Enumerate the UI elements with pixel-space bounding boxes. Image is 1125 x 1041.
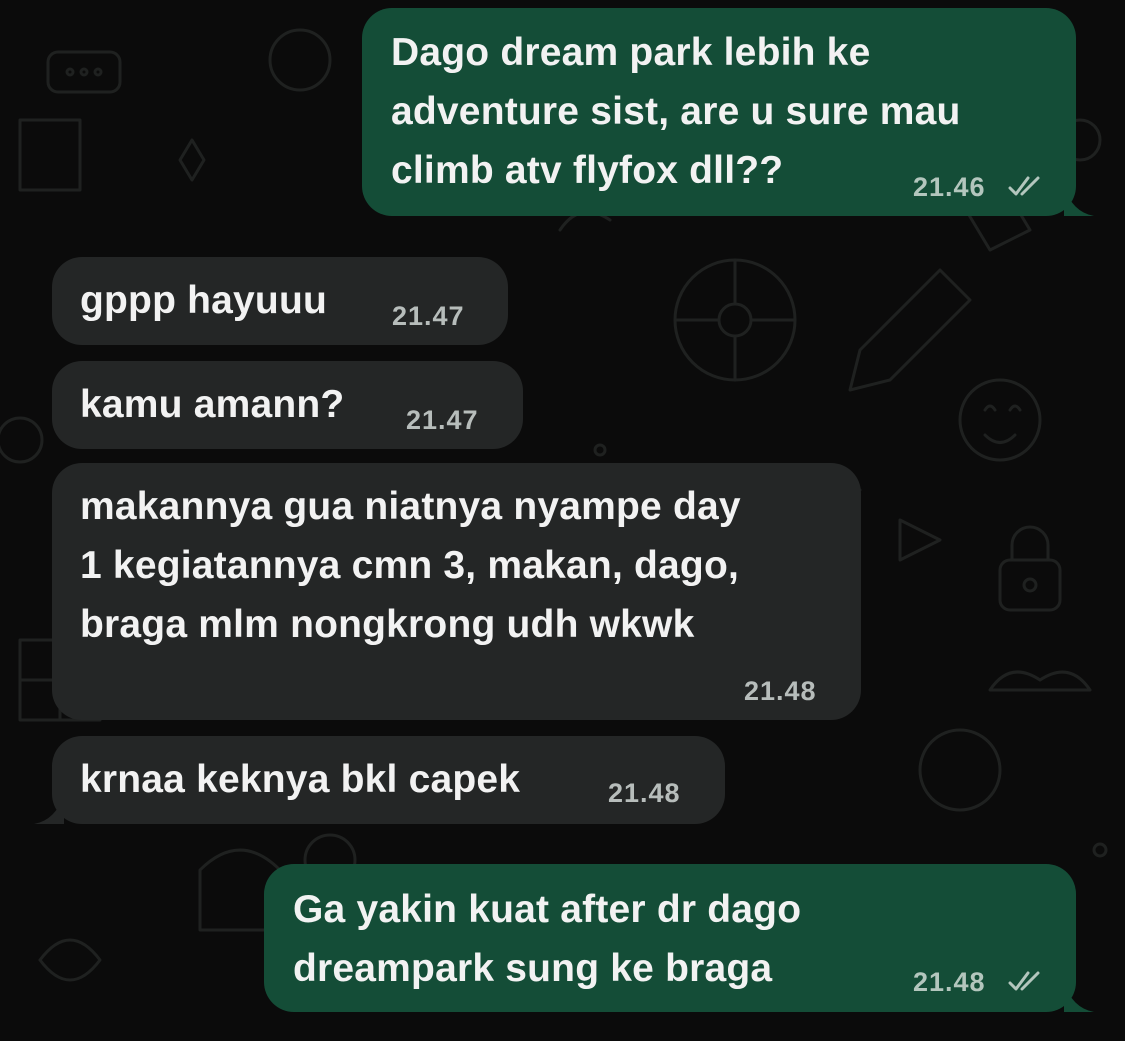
bubble-tail-outgoing xyxy=(1064,982,1094,1012)
message-text: makannya gua niatnya nyampe day 1 kegiat… xyxy=(80,485,741,646)
message-bubble-incoming[interactable]: kamu amann? 21.47 xyxy=(52,361,523,449)
bubble-tail-outgoing xyxy=(1064,186,1094,216)
message-bubble-incoming[interactable]: makannya gua niatnya nyampe day 1 kegiat… xyxy=(52,463,861,720)
message-timestamp: 21.48 xyxy=(913,967,986,997)
double-check-icon xyxy=(1008,971,1040,991)
message-timestamp: 21.48 xyxy=(744,676,817,706)
message-timestamp: 21.46 xyxy=(913,172,986,202)
message-timestamp: 21.48 xyxy=(608,778,681,808)
message-text: kamu amann? xyxy=(80,383,345,426)
message-bubble-incoming[interactable]: krnaa keknya bkl capek 21.48 xyxy=(52,736,725,824)
message-text: krnaa keknya bkl capek xyxy=(80,758,521,801)
message-text: Ga yakin kuat after dr dago dreampark su… xyxy=(293,888,802,990)
message-bubble-outgoing[interactable]: Ga yakin kuat after dr dago dreampark su… xyxy=(264,864,1076,1012)
message-text: gppp hayuuu xyxy=(80,279,327,322)
message-timestamp: 21.47 xyxy=(392,301,465,331)
double-check-icon xyxy=(1008,176,1040,196)
message-timestamp: 21.47 xyxy=(406,405,479,435)
bubble-tail-incoming xyxy=(34,794,64,824)
message-text: Dago dream park lebih ke adventure sist,… xyxy=(391,31,961,192)
message-bubble-incoming[interactable]: gppp hayuuu 21.47 xyxy=(52,257,508,345)
message-bubble-outgoing[interactable]: Dago dream park lebih ke adventure sist,… xyxy=(362,8,1076,216)
